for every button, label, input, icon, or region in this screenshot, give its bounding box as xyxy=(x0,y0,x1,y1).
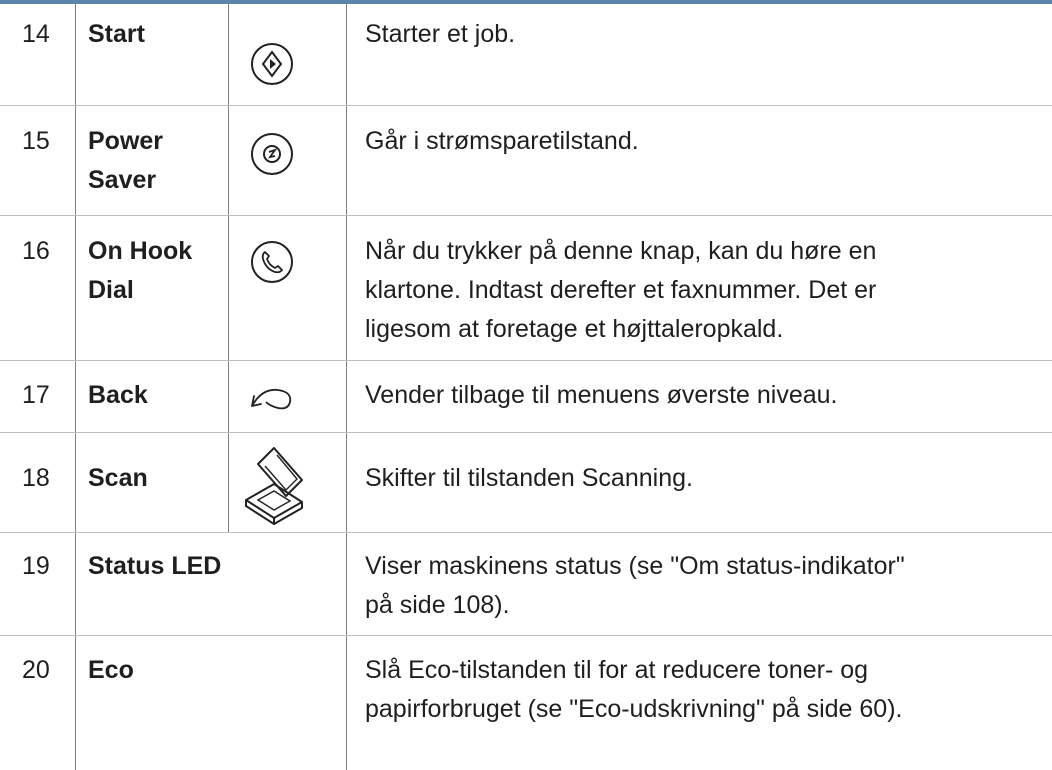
row-number: 20 xyxy=(22,656,50,684)
power-saver-icon xyxy=(248,130,296,178)
key-name: Status LED xyxy=(88,552,222,580)
description: ligesom at foretage et højttaleropkald. xyxy=(365,315,784,343)
key-name: Dial xyxy=(88,276,134,304)
row-number: 19 xyxy=(22,552,50,580)
row-divider xyxy=(0,532,1052,533)
description: på side 108). xyxy=(365,591,510,619)
key-name: Power xyxy=(88,127,164,155)
description: Starter et job. xyxy=(365,20,516,48)
row-divider xyxy=(0,105,1052,106)
key-name: Saver xyxy=(88,166,157,194)
description: Når du trykker på denne knap, kan du hør… xyxy=(365,237,877,265)
start-icon xyxy=(248,40,296,88)
back-icon xyxy=(244,380,300,416)
row-number: 15 xyxy=(22,127,50,155)
key-name: Start xyxy=(88,20,145,48)
row-divider xyxy=(0,432,1052,433)
description: Viser maskinens status (se "Om status-in… xyxy=(365,552,905,580)
description: Slå Eco-tilstanden til for at reducere t… xyxy=(365,656,869,684)
description: papirforbruget (se "Eco-udskrivning" på … xyxy=(365,695,903,723)
column-divider xyxy=(346,4,347,770)
row-divider xyxy=(0,215,1052,216)
row-number: 16 xyxy=(22,237,50,265)
key-name: Scan xyxy=(88,464,148,492)
row-divider xyxy=(0,635,1052,636)
description: Vender tilbage til menuens øverste nivea… xyxy=(365,381,838,409)
key-name: Back xyxy=(88,381,148,409)
row-number: 14 xyxy=(22,20,50,48)
key-name: Eco xyxy=(88,656,134,684)
column-divider xyxy=(228,4,229,532)
row-number: 18 xyxy=(22,464,50,492)
description: klartone. Indtast derefter et faxnummer.… xyxy=(365,276,877,304)
on-hook-dial-icon xyxy=(248,238,296,286)
key-name: On Hook xyxy=(88,237,193,265)
description: Går i strømsparetilstand. xyxy=(365,127,639,155)
row-number: 17 xyxy=(22,381,50,409)
scan-icon xyxy=(240,442,306,526)
column-divider xyxy=(75,4,76,770)
table-top-rule xyxy=(0,0,1052,4)
description: Skifter til tilstanden Scanning. xyxy=(365,464,693,492)
row-divider xyxy=(0,360,1052,361)
